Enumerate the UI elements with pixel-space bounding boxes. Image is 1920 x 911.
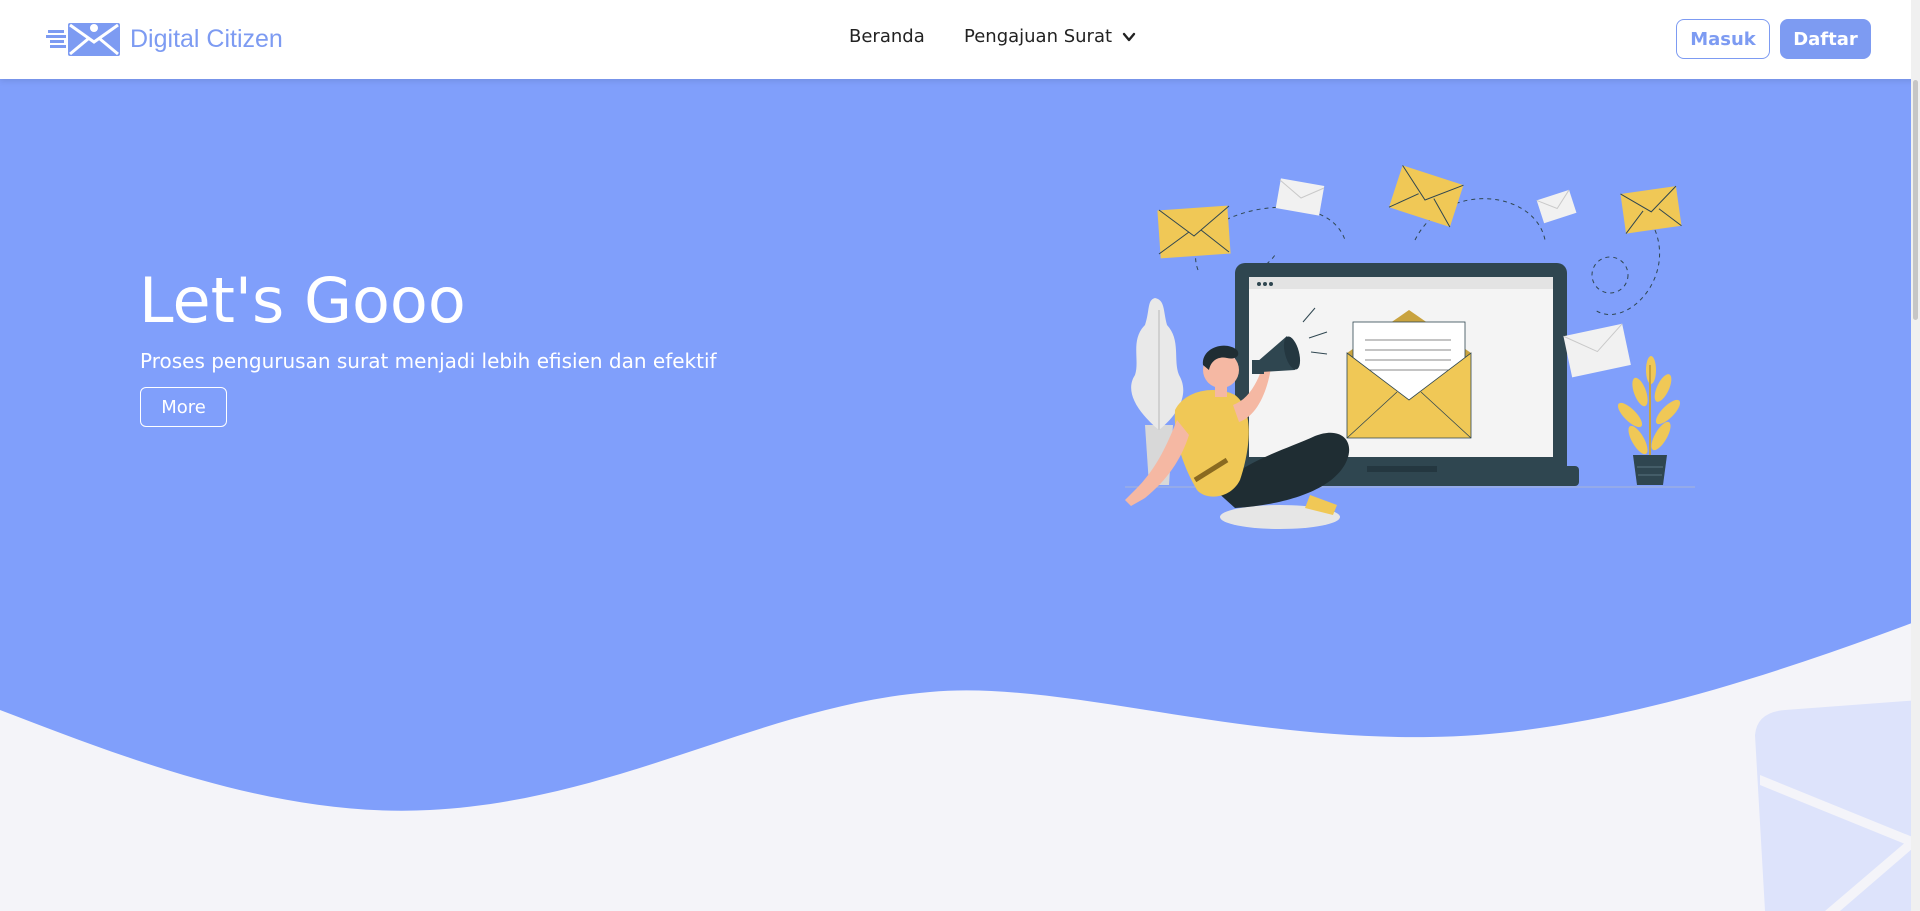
scrollbar-thumb[interactable] — [1913, 80, 1918, 320]
nav-submission-dropdown[interactable]: Pengajuan Surat — [964, 26, 1136, 47]
brand-name: Digital Citizen — [130, 24, 283, 53]
register-button[interactable]: Daftar — [1780, 19, 1871, 59]
hero-illustration — [1125, 165, 1695, 529]
background-envelope-icon — [1755, 700, 1920, 911]
navbar: Digital Citizen Beranda Pengajuan Surat … — [0, 0, 1920, 79]
brand[interactable]: Digital Citizen — [46, 20, 283, 58]
nav-home-link[interactable]: Beranda — [849, 26, 925, 47]
login-button[interactable]: Masuk — [1676, 19, 1770, 59]
more-button[interactable]: More — [140, 387, 227, 427]
hero-title: Let's Gooo — [139, 264, 466, 337]
floating-envelope-1-icon — [1157, 205, 1231, 259]
nav-submission-label: Pengajuan Surat — [964, 26, 1113, 47]
hero-subtitle: Proses pengurusan surat menjadi lebih ef… — [140, 349, 717, 373]
envelope-logo-icon — [46, 23, 120, 56]
chevron-down-icon — [1122, 32, 1136, 41]
